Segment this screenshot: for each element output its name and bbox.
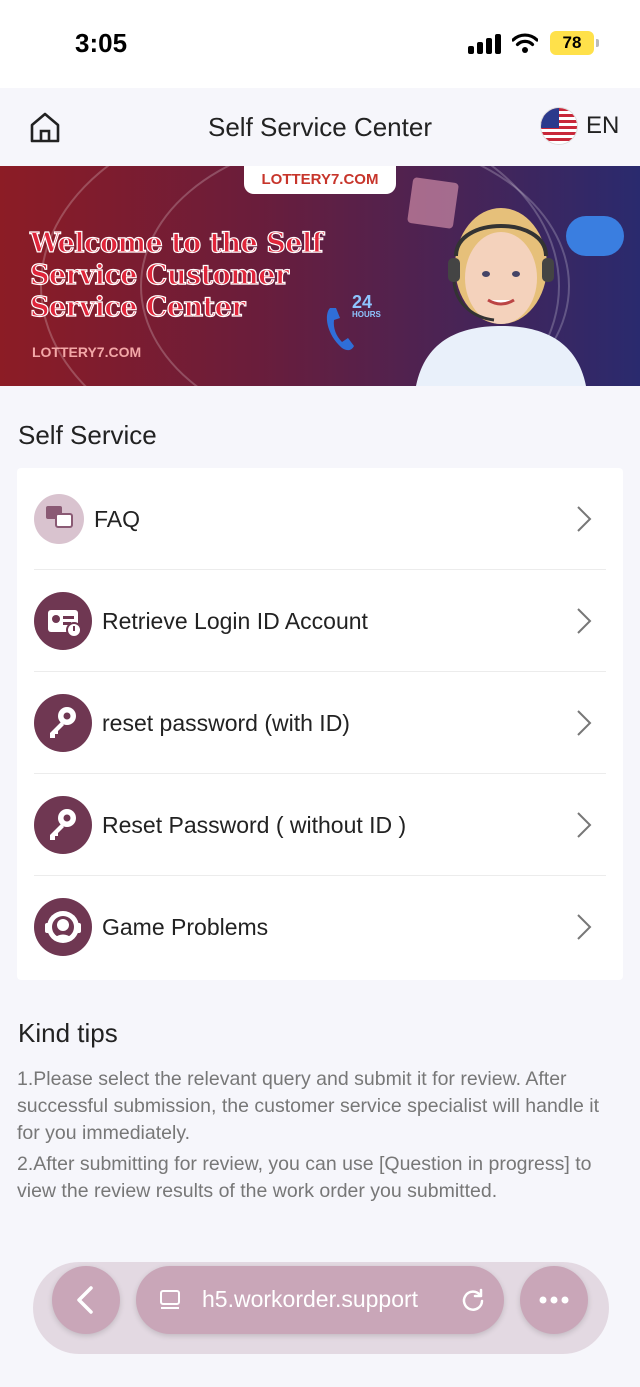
list-item-faq[interactable]: FAQ bbox=[17, 468, 623, 570]
self-service-title: Self Service bbox=[18, 420, 157, 450]
status-time: 3:05 bbox=[75, 28, 128, 58]
browser-url: h5.workorder.support bbox=[202, 1286, 419, 1312]
battery-indicator: 78 bbox=[550, 31, 599, 55]
self-service-list: FAQ Retrieve Login ID Account reset pass… bbox=[17, 468, 623, 980]
brand-logo-bottom: LOTTERY7.COM bbox=[32, 344, 142, 360]
welcome-banner: LOTTERY7.COM Welcome to the Self Service… bbox=[0, 166, 640, 386]
brand-logo-top: LOTTERY7.COM bbox=[244, 166, 396, 194]
list-item-label: Reset Password ( without ID ) bbox=[102, 811, 407, 838]
chevron-right-icon bbox=[577, 914, 592, 940]
chevron-right-icon bbox=[577, 812, 592, 838]
list-item-reset-password-without-id[interactable]: Reset Password ( without ID ) bbox=[17, 774, 623, 876]
kind-tips-text: 1.Please select the relevant query and s… bbox=[17, 1066, 623, 1205]
list-item-label: Game Problems bbox=[102, 913, 269, 940]
cube-decoration bbox=[407, 177, 459, 229]
language-selector[interactable]: EN bbox=[540, 106, 619, 146]
list-item-game-problems[interactable]: Game Problems bbox=[17, 876, 623, 978]
list-item-label: FAQ bbox=[94, 505, 141, 532]
id-card-icon bbox=[34, 592, 92, 650]
hours-badge: 24 HOURS bbox=[352, 292, 381, 319]
language-code: EN bbox=[586, 112, 620, 139]
us-flag-icon bbox=[540, 107, 578, 145]
page-header: Self Service Center EN bbox=[0, 88, 640, 166]
tip-2: 2.After submitting for review, you can u… bbox=[17, 1153, 592, 1202]
chevron-right-icon bbox=[577, 506, 592, 532]
list-item-label: reset password (with ID) bbox=[102, 709, 350, 736]
list-item-label: Retrieve Login ID Account bbox=[102, 607, 368, 634]
browser-more-button[interactable] bbox=[520, 1266, 588, 1334]
key-icon bbox=[34, 796, 92, 854]
tip-1: 1.Please select the relevant query and s… bbox=[17, 1068, 599, 1144]
status-bar: 3:05 78 bbox=[0, 0, 640, 88]
chevron-right-icon bbox=[577, 710, 592, 736]
browser-address-bar[interactable]: h5.workorder.support bbox=[136, 1266, 504, 1334]
list-item-reset-password-with-id[interactable]: reset password (with ID) bbox=[17, 672, 623, 774]
faq-icon bbox=[34, 494, 84, 544]
chevron-right-icon bbox=[577, 608, 592, 634]
welcome-heading: Welcome to the Self Service Customer Ser… bbox=[29, 227, 323, 323]
list-item-retrieve-login-id[interactable]: Retrieve Login ID Account bbox=[17, 570, 623, 672]
wifi-icon bbox=[512, 33, 538, 53]
page-settings-icon[interactable] bbox=[158, 1288, 182, 1312]
browser-back-button[interactable] bbox=[52, 1266, 120, 1334]
headset-icon bbox=[34, 898, 92, 956]
more-dots-icon bbox=[539, 1296, 569, 1304]
reload-icon[interactable] bbox=[460, 1287, 486, 1313]
chat-bubble-decoration bbox=[566, 216, 624, 256]
key-icon bbox=[34, 694, 92, 752]
chevron-left-icon bbox=[77, 1286, 93, 1314]
kind-tips-title: Kind tips bbox=[18, 1018, 118, 1048]
cellular-signal-icon bbox=[468, 34, 502, 54]
